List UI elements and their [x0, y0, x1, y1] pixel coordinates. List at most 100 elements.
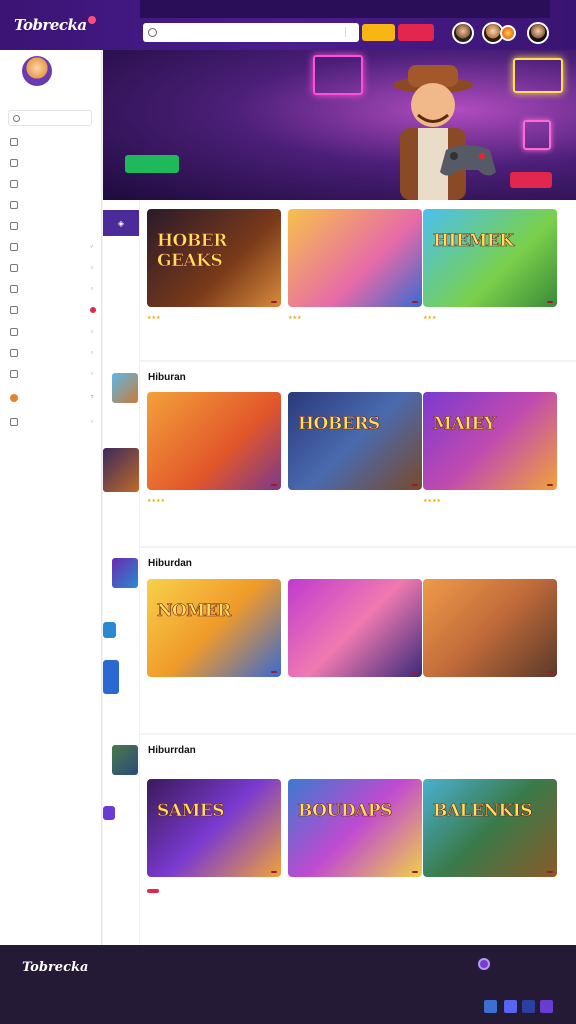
game-thumbnail[interactable]: BALENKIS: [423, 779, 557, 877]
controller-illustration: [440, 145, 496, 176]
play-now-button[interactable]: [147, 889, 159, 893]
game-thumbnail[interactable]: NOMER: [147, 579, 281, 677]
sidebar-item[interactable]: [10, 156, 96, 170]
login-button[interactable]: [362, 24, 395, 41]
sidebar-item-indicator: ○: [90, 419, 94, 425]
site-logo[interactable]: Tobrecka: [14, 12, 100, 38]
sidebar-search[interactable]: [8, 110, 92, 126]
sidebar-item[interactable]: ✓: [10, 240, 96, 254]
rating-stars: ★★★: [288, 315, 302, 321]
game-thumbnail[interactable]: [288, 579, 422, 677]
sidebar-item[interactable]: ?: [10, 391, 96, 405]
rating-stars: ★★★: [147, 315, 161, 321]
register-button[interactable]: [398, 24, 434, 41]
menu-category-icon: [10, 159, 18, 167]
game-card[interactable]: HOBERS: [288, 392, 422, 498]
section-title: Hiburrdan: [148, 745, 196, 756]
rail-thumbnail[interactable]: [103, 448, 139, 492]
game-section: HOBER GEAKS ★★★ ★★★ HIEMEK ★★★: [140, 200, 576, 360]
instagram-icon[interactable]: [522, 1000, 535, 1013]
youtube-icon[interactable]: [540, 1000, 553, 1013]
neon-sign-decoration: [523, 120, 551, 150]
game-tag-badge: [412, 871, 418, 873]
avatar[interactable]: [500, 25, 516, 41]
rail-thumbnail[interactable]: [103, 806, 115, 820]
game-thumbnail[interactable]: SAMES: [147, 779, 281, 877]
hero-secondary-button[interactable]: [510, 172, 552, 188]
twitch-icon[interactable]: [478, 958, 490, 970]
search-input[interactable]: [161, 29, 331, 36]
game-section: Hiburrdan SAMES BOUDAPS BALENKIS: [140, 735, 576, 945]
game-card[interactable]: ★★★: [288, 209, 422, 325]
game-thumbnail[interactable]: MAIEY: [423, 392, 557, 490]
game-art-title: NOMER: [157, 601, 232, 622]
game-tag-badge: [547, 871, 553, 873]
sidebar-item[interactable]: [10, 303, 96, 317]
game-card[interactable]: NOMER: [147, 579, 281, 685]
game-thumbnail[interactable]: HOBERS: [288, 392, 422, 490]
section-title: Hiburan: [148, 372, 186, 383]
top-header: Tobrecka: [0, 0, 576, 50]
game-tag-badge: [412, 484, 418, 486]
sidebar-item[interactable]: [10, 177, 96, 191]
sidebar-item[interactable]: ○: [10, 325, 96, 339]
discord-icon[interactable]: [504, 1000, 517, 1013]
rail-thumbnail[interactable]: [112, 745, 138, 775]
rating-stars: ★★★★: [423, 498, 441, 504]
avatar[interactable]: [527, 22, 549, 44]
game-card[interactable]: HOBER GEAKS ★★★: [147, 209, 281, 325]
game-card[interactable]: BALENKIS: [423, 779, 557, 885]
sidebar-item-indicator: ○: [90, 265, 94, 271]
sidebar-item[interactable]: [10, 219, 96, 233]
game-card[interactable]: ★★★★: [147, 392, 281, 508]
game-art-title: SAMES: [157, 801, 225, 822]
game-card[interactable]: BOUDAPS: [288, 779, 422, 885]
rail-thumbnail[interactable]: [103, 660, 119, 694]
game-thumbnail[interactable]: HIEMEK: [423, 209, 557, 307]
game-card[interactable]: MAIEY ★★★★: [423, 392, 557, 508]
game-art-title: BALENKIS: [433, 801, 533, 822]
game-tag-badge: [271, 301, 277, 303]
sidebar-item[interactable]: [10, 198, 96, 212]
game-thumbnail[interactable]: [423, 579, 557, 677]
rail-thumbnail[interactable]: [112, 558, 138, 588]
sidebar-item[interactable]: ○: [10, 346, 96, 360]
sidebar-item[interactable]: ○: [10, 282, 96, 296]
facebook-icon[interactable]: [484, 1000, 497, 1013]
sidebar-item[interactable]: ○: [10, 261, 96, 275]
game-thumbnail[interactable]: HOBER GEAKS: [147, 209, 281, 307]
game-card[interactable]: [423, 579, 557, 685]
sidebar-item[interactable]: [10, 135, 96, 149]
search-submit-icon[interactable]: [345, 27, 355, 37]
footer-logo[interactable]: Tobrecka: [22, 960, 88, 975]
game-section: Hiburan ★★★★ HOBERS MAIEY ★★★★: [140, 362, 576, 546]
user-avatar[interactable]: [22, 56, 52, 86]
game-tag-badge: [271, 871, 277, 873]
game-card[interactable]: SAMES: [147, 779, 281, 899]
rail-thumbnail[interactable]: [112, 373, 138, 403]
search-bar[interactable]: [143, 23, 359, 42]
hero-play-button[interactable]: [125, 155, 179, 173]
hero-banner[interactable]: [103, 50, 576, 200]
game-art-title: BOUDAPS: [298, 801, 393, 822]
menu-category-icon: [10, 264, 18, 272]
game-tag-badge: [271, 671, 277, 673]
game-tag-badge: [547, 671, 553, 673]
sidebar: ✓ ○ ○ ○ ○ ○? ○: [0, 50, 102, 945]
sidebar-item-indicator: ○: [90, 371, 94, 377]
sidebar-item[interactable]: ○: [10, 415, 96, 429]
game-section: Hiburdan NOMER: [140, 548, 576, 733]
game-card[interactable]: HIEMEK ★★★: [423, 209, 557, 325]
menu-category-icon: [10, 394, 18, 402]
game-thumbnail[interactable]: [288, 209, 422, 307]
game-art-title: HOBERS: [298, 414, 381, 435]
rail-thumbnail[interactable]: [103, 622, 116, 638]
game-thumbnail[interactable]: [147, 392, 281, 490]
game-tag-badge: [547, 484, 553, 486]
game-thumbnail[interactable]: BOUDAPS: [288, 779, 422, 877]
game-card[interactable]: [288, 579, 422, 685]
logo-badge-icon: [87, 16, 96, 24]
avatar[interactable]: [452, 22, 474, 44]
sidebar-item[interactable]: ○: [10, 367, 96, 381]
rail-tile[interactable]: ◈: [103, 210, 139, 236]
